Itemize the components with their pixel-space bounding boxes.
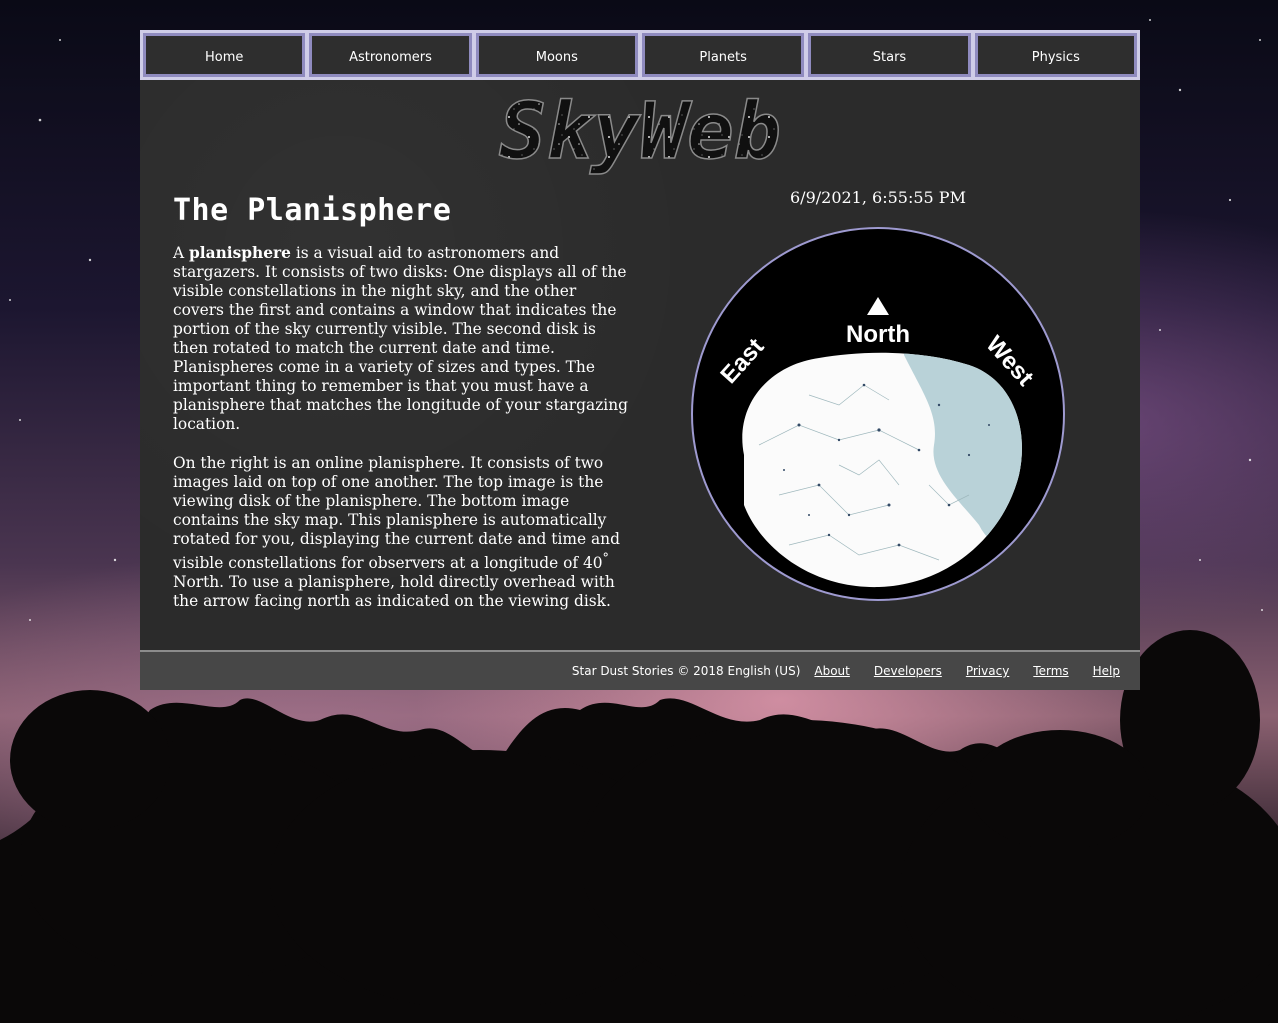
intro-text-start: A <box>173 244 190 262</box>
intro-text-end: is a visual aid to astronomers and starg… <box>173 244 628 433</box>
footer-link-developers[interactable]: Developers <box>874 664 942 678</box>
planisphere-disk: North East West <box>691 227 1065 601</box>
footer-link-privacy[interactable]: Privacy <box>966 664 1009 678</box>
footer-link-about[interactable]: About <box>814 664 849 678</box>
instructions-text-start: On the right is an online planisphere. I… <box>173 454 620 573</box>
nav-astronomers[interactable]: Astronomers <box>309 33 472 77</box>
top-nav: Home Astronomers Moons Planets Stars Phy… <box>140 30 1140 80</box>
degree-sign: ° <box>602 551 609 566</box>
intro-paragraph: A planisphere is a visual aid to astrono… <box>173 244 628 434</box>
instructions-paragraph: On the right is an online planisphere. I… <box>173 454 628 611</box>
current-datetime: 6/9/2021, 6:55:55 PM <box>790 188 966 207</box>
nav-planets[interactable]: Planets <box>641 33 805 77</box>
footer-link-help[interactable]: Help <box>1093 664 1120 678</box>
copyright-text: Star Dust Stories © 2018 English (US) <box>571 664 801 678</box>
footer-link-terms[interactable]: Terms <box>1033 664 1068 678</box>
nav-moons[interactable]: Moons <box>475 33 638 77</box>
footer: Star Dust Stories © 2018 English (US) Ab… <box>140 650 1140 690</box>
main-container: Home Astronomers Moons Planets Stars Phy… <box>140 30 1140 690</box>
content-panel: SkyWeb The Planisphere A planisphere is … <box>140 80 1140 650</box>
instructions-text-end: North. To use a planisphere, hold direct… <box>173 573 615 611</box>
nav-stars[interactable]: Stars <box>808 33 971 77</box>
logo-text: SkyWeb <box>499 92 781 177</box>
skyweb-logo: SkyWeb <box>498 92 781 178</box>
nav-home[interactable]: Home <box>143 33 306 77</box>
page-title: The Planisphere <box>173 193 452 228</box>
north-label: North <box>846 321 910 348</box>
nav-physics[interactable]: Physics <box>974 33 1137 77</box>
planisphere-term: planisphere <box>189 244 291 262</box>
